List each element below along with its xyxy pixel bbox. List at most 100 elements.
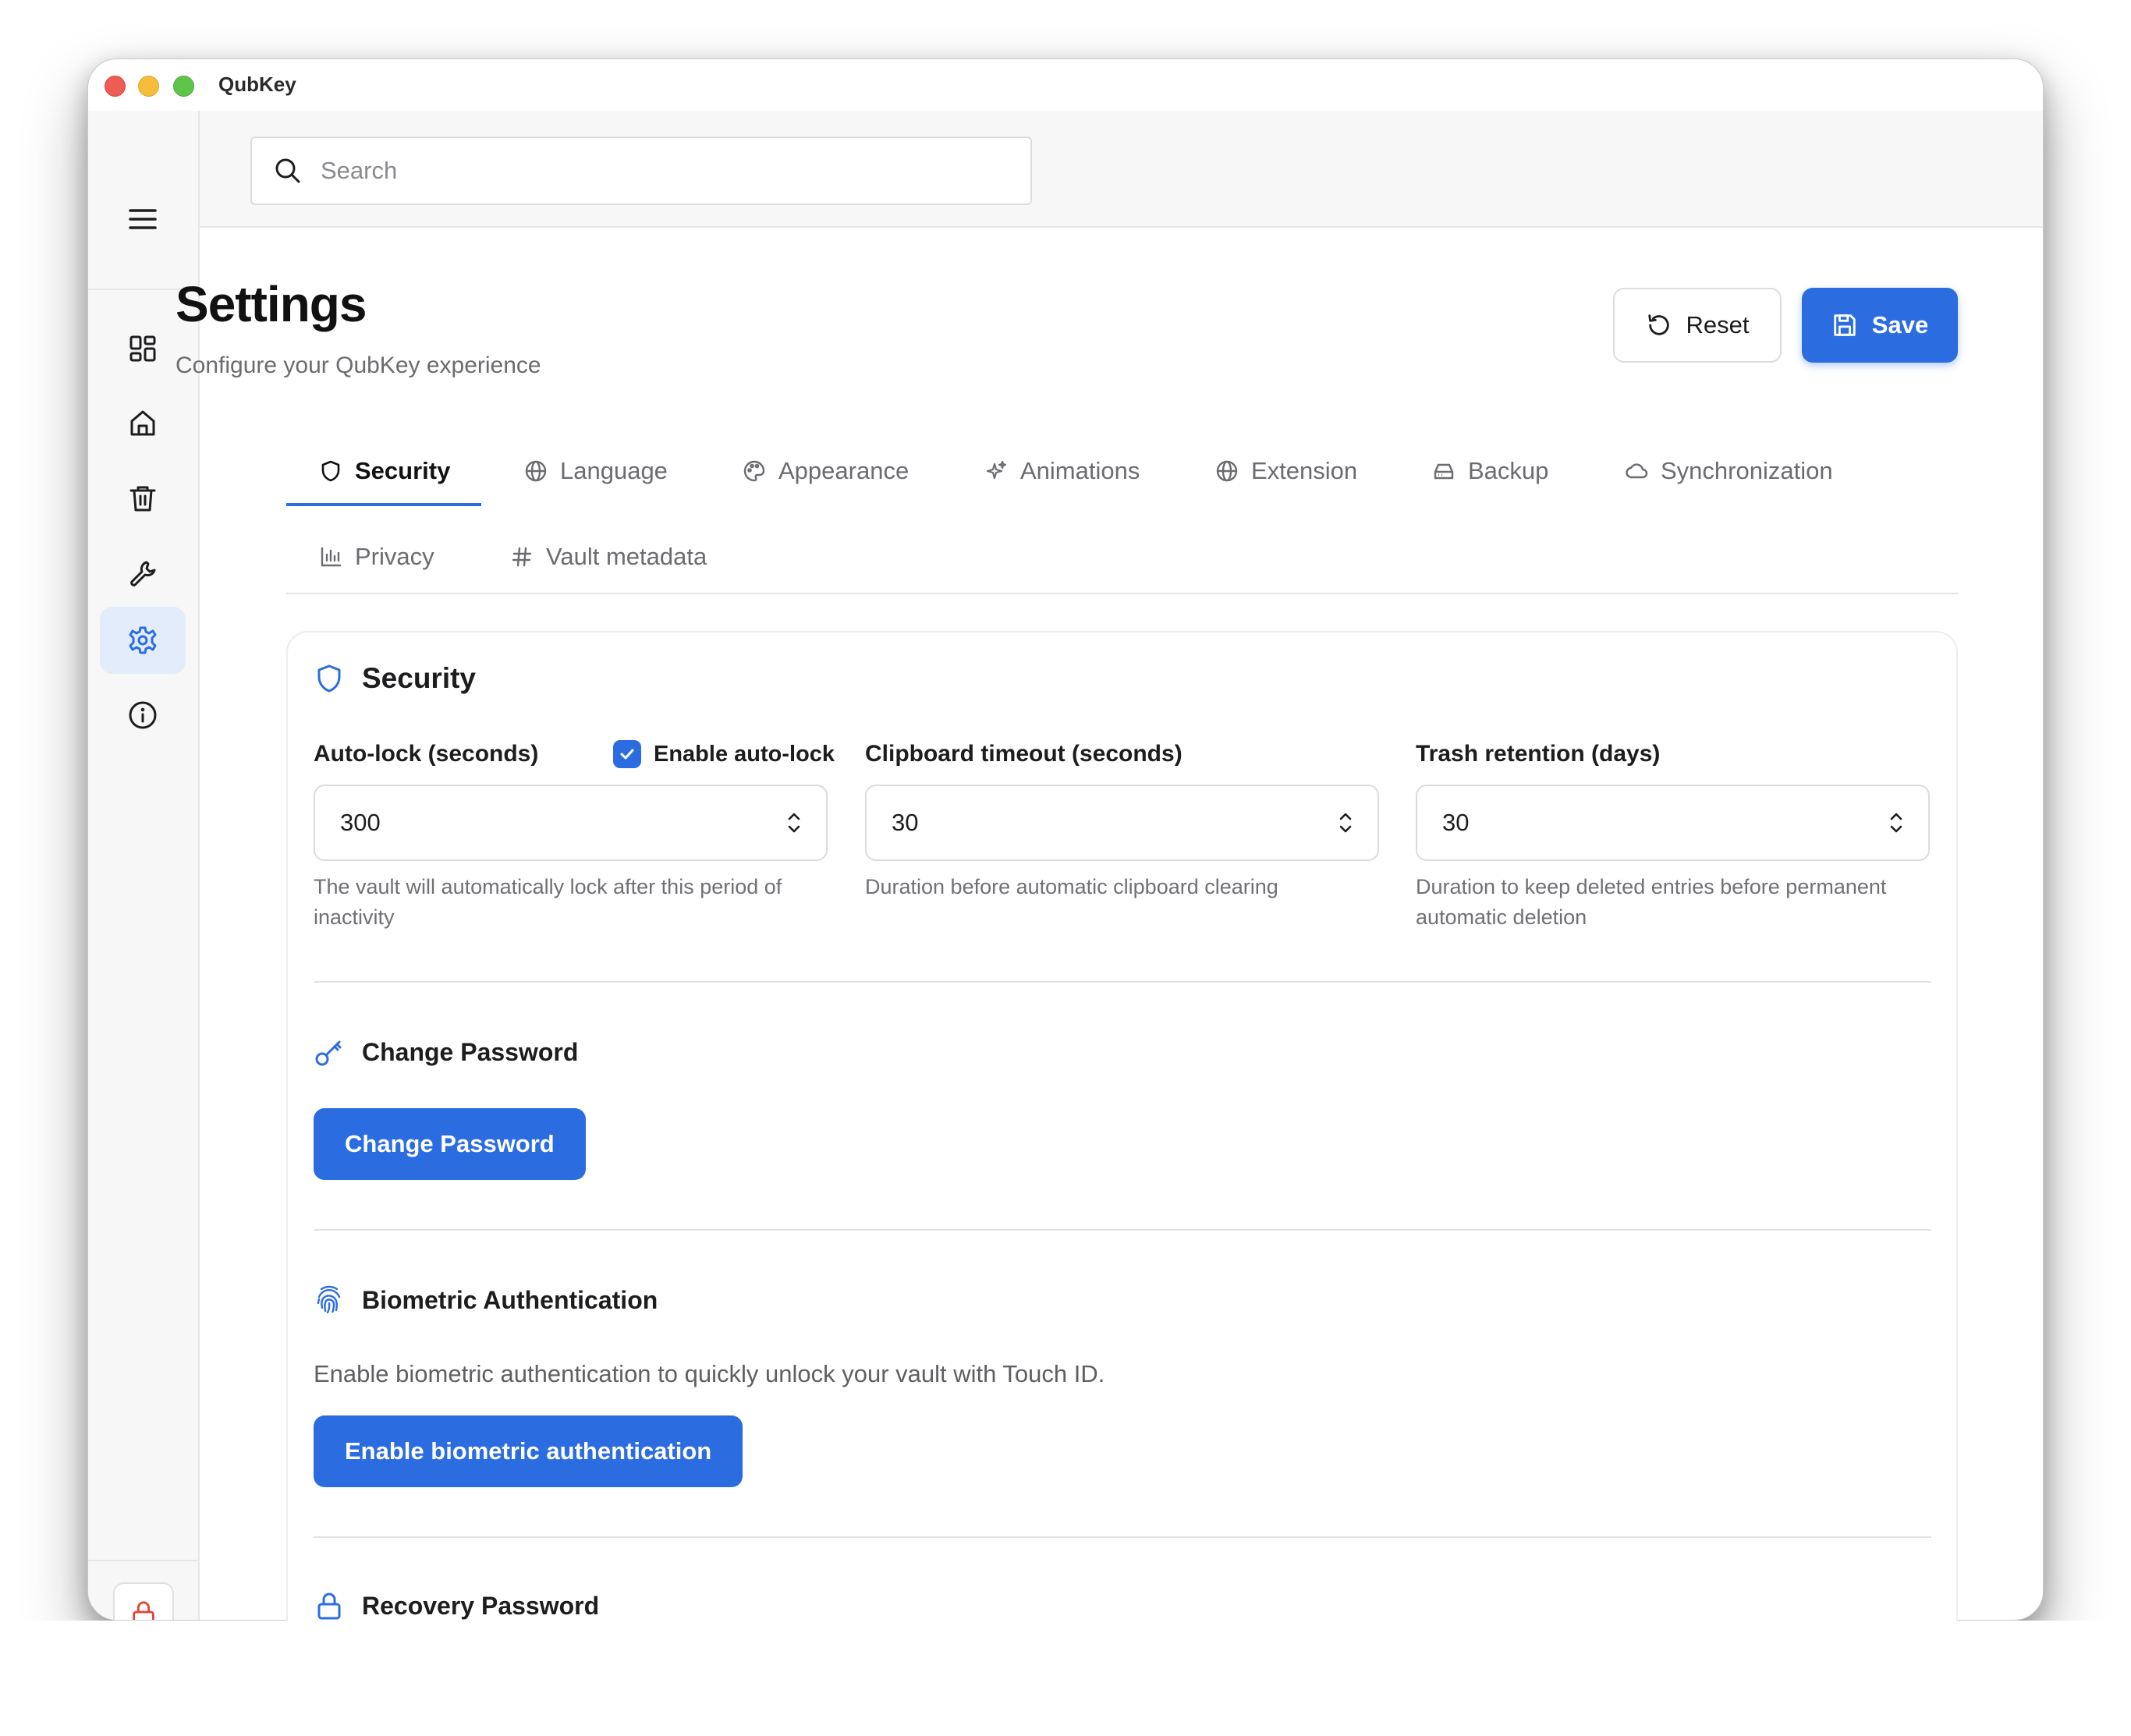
tab-appearance[interactable]: Appearance <box>743 448 909 494</box>
enable-autolock-label: Enable auto-lock <box>654 741 835 767</box>
tab-security[interactable]: Security <box>319 448 450 494</box>
security-section-header: Security <box>314 662 476 695</box>
lock-icon <box>317 1593 341 1620</box>
gear-icon <box>129 626 157 654</box>
trash-value: 30 <box>1442 809 1470 836</box>
menu-icon[interactable] <box>127 204 158 235</box>
save-icon <box>1834 314 1856 336</box>
cloud-icon <box>1626 463 1648 479</box>
dashboard-icon <box>129 335 156 362</box>
enable-biometric-button[interactable]: Enable biometric authentication <box>314 1415 743 1487</box>
tab-label: Security <box>355 457 451 484</box>
shield-icon <box>317 664 341 693</box>
security-section-title: Security <box>362 662 477 694</box>
title-bar: QubKey <box>88 59 2043 111</box>
drive-icon <box>1434 463 1454 480</box>
check-icon <box>620 749 634 760</box>
page-title: Settings <box>176 276 367 332</box>
tab-privacy[interactable]: Privacy <box>319 533 434 580</box>
page-subtitle: Configure your QubKey experience <box>176 353 541 378</box>
clipboard-label: Clipboard timeout (seconds) <box>865 741 1183 767</box>
key-icon <box>315 1040 342 1066</box>
clipboard-value: 30 <box>892 809 919 836</box>
bar-chart-icon <box>321 547 342 567</box>
info-icon <box>129 701 157 729</box>
search-icon <box>275 158 300 183</box>
globe-icon <box>525 460 547 482</box>
section-divider <box>314 1536 1931 1538</box>
tab-synchronization[interactable]: Synchronization <box>1625 448 1833 494</box>
change-password-title: Change Password <box>362 1037 579 1066</box>
minimize-window-button[interactable] <box>138 76 159 97</box>
search-input[interactable] <box>321 157 1007 185</box>
tab-language[interactable]: Language <box>524 448 668 494</box>
hash-icon <box>512 547 532 567</box>
home-icon <box>130 410 155 436</box>
top-bar <box>200 111 2043 228</box>
tab-label: Synchronization <box>1661 457 1833 484</box>
tab-label: Backup <box>1468 457 1549 484</box>
autolock-value: 300 <box>340 809 381 836</box>
save-button[interactable]: Save <box>1802 288 1958 363</box>
stepper-icon[interactable] <box>1335 807 1356 838</box>
autolock-label: Auto-lock (seconds) <box>314 741 539 767</box>
window-title: QubKey <box>218 73 296 96</box>
zoom-window-button[interactable] <box>173 76 194 97</box>
sidebar-item-settings[interactable] <box>100 607 186 674</box>
change-password-header: Change Password <box>314 1036 578 1068</box>
lock-vault-button[interactable] <box>113 1582 174 1620</box>
lock-icon <box>133 1601 154 1620</box>
biometric-header: Biometric Authentication <box>314 1284 658 1316</box>
checkbox-checked[interactable] <box>613 740 641 768</box>
sidebar-item-home[interactable] <box>100 390 186 457</box>
sparkles-icon <box>986 460 1007 480</box>
wrench-icon <box>130 561 156 586</box>
recovery-title: Recovery Password <box>362 1591 600 1620</box>
sidebar-item-about[interactable] <box>100 682 186 749</box>
autolock-help: The vault will automatically lock after … <box>314 875 782 929</box>
sidebar-bottom-divider <box>88 1560 198 1561</box>
tab-label: Vault metadata <box>546 543 707 570</box>
reset-icon <box>1647 314 1669 335</box>
biometric-title: Biometric Authentication <box>362 1285 658 1314</box>
tab-animations[interactable]: Animations <box>984 448 1140 494</box>
enable-autolock-checkbox[interactable]: Enable auto-lock <box>613 740 835 768</box>
tab-label: Animations <box>1020 457 1140 484</box>
clipboard-input[interactable]: 30 <box>865 785 1379 861</box>
trash-help: Duration to keep deleted entries before … <box>1416 875 1887 929</box>
reset-label: Reset <box>1686 311 1750 338</box>
section-divider <box>314 981 1931 983</box>
sidebar-item-dashboard[interactable] <box>100 315 186 382</box>
sidebar <box>88 111 200 1620</box>
clipboard-help: Duration before automatic clipboard clea… <box>865 875 1278 898</box>
change-password-button[interactable]: Change Password <box>314 1108 586 1180</box>
shield-icon <box>321 460 340 482</box>
tab-vault-metadata[interactable]: Vault metadata <box>510 533 707 580</box>
palette-icon <box>743 460 765 482</box>
stepper-icon[interactable] <box>1886 807 1906 838</box>
fingerprint-icon <box>317 1285 341 1314</box>
tabs-divider <box>286 593 1958 594</box>
tab-label: Privacy <box>355 543 434 570</box>
trash-input[interactable]: 30 <box>1416 785 1930 861</box>
section-divider <box>314 1229 1931 1231</box>
tab-label: Extension <box>1251 457 1358 484</box>
sidebar-item-tools[interactable] <box>100 540 186 607</box>
autolock-input[interactable]: 300 <box>314 785 828 861</box>
close-window-button[interactable] <box>105 76 126 97</box>
tab-extension[interactable]: Extension <box>1215 448 1357 494</box>
tab-label: Appearance <box>778 457 909 484</box>
globe-icon <box>1216 460 1238 482</box>
outside-area <box>0 1621 2131 1736</box>
tab-backup[interactable]: Backup <box>1432 448 1548 494</box>
biometric-description: Enable biometric authentication to quick… <box>314 1360 1105 1387</box>
trash-icon <box>129 486 156 512</box>
tab-label: Language <box>560 457 668 484</box>
reset-button[interactable]: Reset <box>1613 288 1782 363</box>
recovery-header: Recovery Password <box>314 1590 599 1621</box>
stepper-icon[interactable] <box>784 807 804 838</box>
sidebar-item-trash[interactable] <box>100 465 186 532</box>
active-tab-indicator <box>286 503 481 506</box>
trash-label: Trash retention (days) <box>1416 741 1661 767</box>
search-box[interactable] <box>250 136 1032 205</box>
